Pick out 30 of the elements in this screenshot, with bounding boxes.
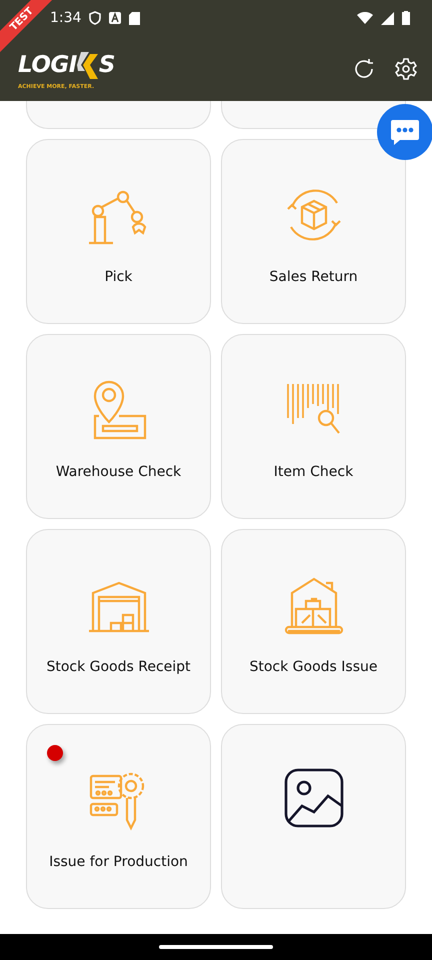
tile-label: Pick xyxy=(104,269,132,285)
settings-button[interactable] xyxy=(394,56,418,80)
logo-text: LOGI xyxy=(18,52,77,78)
logo-text: S xyxy=(98,52,115,78)
refresh-button[interactable] xyxy=(352,56,376,80)
chat-bubble-icon xyxy=(390,118,420,146)
menu-tile[interactable]: Issue for Production xyxy=(26,724,211,909)
wifi-icon xyxy=(357,12,373,24)
menu-tile[interactable]: Pick xyxy=(26,139,211,324)
settings-icon xyxy=(394,56,418,80)
sd-card-icon xyxy=(129,12,140,24)
shield-icon xyxy=(89,11,102,25)
menu-tile[interactable]: Item Check xyxy=(221,334,406,519)
battery-icon xyxy=(402,11,410,25)
menu-tile[interactable] xyxy=(221,724,406,909)
tile-label: Stock Goods Issue xyxy=(249,659,378,675)
refresh-icon xyxy=(352,56,376,80)
tile-label: Stock Goods Receipt xyxy=(46,659,191,675)
menu-tile[interactable]: Stock Goods Receipt xyxy=(26,529,211,714)
menu-tile[interactable]: Sales Return xyxy=(221,139,406,324)
tile-label: Sales Return xyxy=(269,269,358,285)
image-icon xyxy=(284,768,344,828)
font-icon xyxy=(109,12,122,24)
status-time: 1:34 xyxy=(50,10,82,26)
menu-tile[interactable]: Stock Goods Issue xyxy=(221,529,406,714)
tile-label: Issue for Production xyxy=(49,854,188,870)
tile-label: Item Check xyxy=(274,464,354,480)
tile-label: Warehouse Check xyxy=(56,464,182,480)
menu-tile[interactable]: Warehouse Check xyxy=(26,334,211,519)
signal-icon xyxy=(381,12,394,24)
